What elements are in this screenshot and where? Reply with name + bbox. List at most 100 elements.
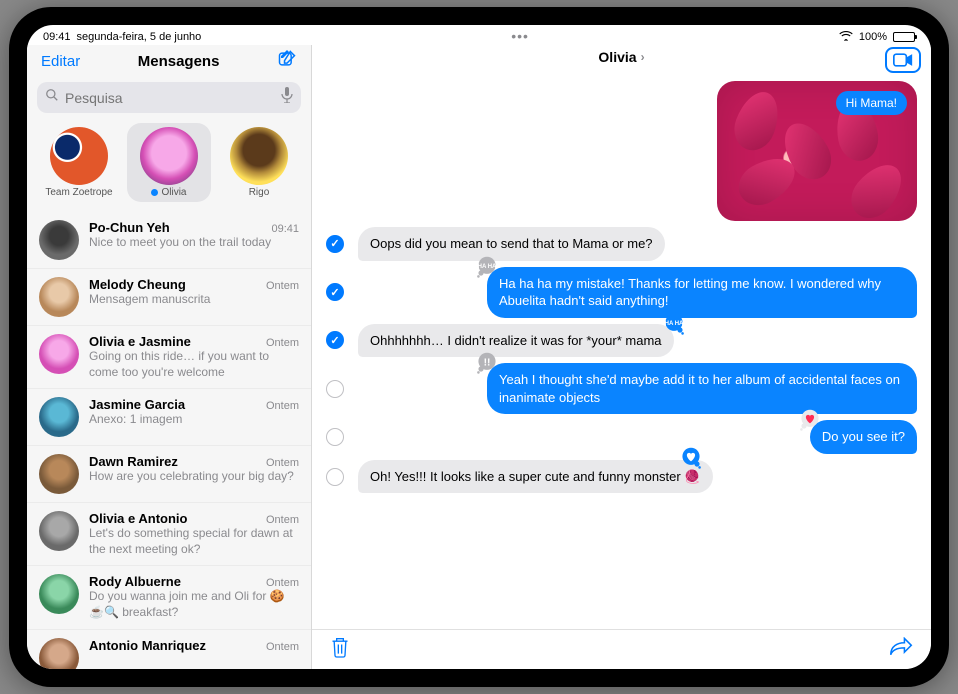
photo-caption: Hi Mama!	[836, 91, 907, 115]
pinned-conversation[interactable]: Rigo	[217, 123, 301, 202]
battery-icon	[893, 32, 915, 42]
message-text: Oh! Yes!!! It looks like a super cute an…	[370, 469, 701, 484]
tapback-icon[interactable]: !!	[475, 351, 499, 375]
svg-text:HA HA: HA HA	[478, 263, 497, 269]
message-row: Hi Mama!	[316, 81, 917, 221]
conversation-name: Olivia e Antonio	[89, 511, 187, 526]
message-bubble[interactable]: Oh! Yes!!! It looks like a super cute an…	[358, 460, 713, 494]
avatar	[140, 127, 198, 185]
message-bubble[interactable]: HA HA Ohhhhhhh… I didn't realize it was …	[358, 324, 674, 358]
avatar	[39, 638, 79, 669]
conversation-name: Po-Chun Yeh	[89, 220, 170, 235]
pinned-label: Olivia	[151, 187, 186, 198]
conversation-item[interactable]: Melody Cheung Ontem Mensagem manuscrita	[27, 269, 311, 326]
avatar	[39, 454, 79, 494]
message-bubble[interactable]: Oops did you mean to send that to Mama o…	[358, 227, 665, 261]
conversation-time: Ontem	[266, 280, 299, 292]
conversation-preview: Anexo: 1 imagem	[89, 412, 299, 428]
conversation-item[interactable]: Jasmine Garcia Ontem Anexo: 1 imagem	[27, 389, 311, 446]
conversation-item[interactable]: Dawn Ramirez Ontem How are you celebrati…	[27, 446, 311, 503]
message-text: Yeah I thought she'd maybe add it to her…	[499, 372, 900, 405]
conversation-preview: Do you wanna join me and Oli for 🍪☕🔍 bre…	[89, 589, 299, 620]
message-select-checkbox[interactable]	[326, 331, 344, 349]
message-row: !! Yeah I thought she'd maybe add it to …	[316, 363, 917, 414]
tapback-icon[interactable]: HA HA	[662, 312, 686, 336]
message-row: HA HA Ha ha ha my mistake! Thanks for le…	[316, 267, 917, 318]
avatar	[39, 574, 79, 614]
message-bubble[interactable]: HA HA Ha ha ha my mistake! Thanks for le…	[487, 267, 917, 318]
conversation-name: Jasmine Garcia	[89, 397, 185, 412]
conversation-list[interactable]: Po-Chun Yeh 09:41 Nice to meet you on th…	[27, 212, 311, 669]
conversation-name: Dawn Ramirez	[89, 454, 178, 469]
facetime-button[interactable]	[885, 47, 921, 73]
message-row: Oh! Yes!!! It looks like a super cute an…	[316, 460, 917, 494]
chat-contact-name[interactable]: Olivia	[598, 49, 636, 65]
conversation-preview: Nice to meet you on the trail today	[89, 235, 299, 251]
pinned-label: Rigo	[249, 187, 270, 198]
chevron-right-icon: ›	[641, 50, 645, 64]
message-bubble[interactable]: Do you see it?	[810, 420, 917, 454]
tapback-icon[interactable]	[679, 446, 703, 470]
conversation-time: Ontem	[266, 514, 299, 526]
conversation-preview: Let's do something special for dawn at t…	[89, 526, 299, 557]
selection-toolbar	[312, 629, 931, 669]
message-select-checkbox[interactable]	[326, 283, 344, 301]
pinned-conversation[interactable]: Olivia	[127, 123, 211, 202]
message-row: HA HA Ohhhhhhh… I didn't realize it was …	[316, 324, 917, 358]
message-row: Do you see it?	[316, 420, 917, 454]
avatar	[230, 127, 288, 185]
message-list[interactable]: Hi Mama! Oops did you mean to send that …	[312, 71, 931, 629]
svg-text:!!: !!	[484, 358, 491, 369]
message-select-checkbox[interactable]	[326, 468, 344, 486]
avatar	[39, 220, 79, 260]
chat-pane: Olivia ›	[312, 45, 931, 669]
chat-header[interactable]: Olivia ›	[312, 45, 931, 71]
compose-button[interactable]	[277, 49, 297, 74]
wifi-icon	[839, 31, 853, 44]
message-bubble[interactable]: !! Yeah I thought she'd maybe add it to …	[487, 363, 917, 414]
conversation-preview: Mensagem manuscrita	[89, 292, 299, 308]
message-select-checkbox[interactable]	[326, 235, 344, 253]
dictate-icon[interactable]	[281, 87, 293, 108]
edit-button[interactable]: Editar	[41, 53, 80, 70]
conversation-item[interactable]: Rody Albuerne Ontem Do you wanna join me…	[27, 566, 311, 629]
conversation-time: Ontem	[266, 457, 299, 469]
avatar	[39, 334, 79, 374]
search-box[interactable]	[37, 82, 301, 113]
conversation-time: 09:41	[271, 223, 299, 235]
message-text: Ha ha ha my mistake! Thanks for letting …	[499, 276, 881, 309]
forward-button[interactable]	[889, 637, 913, 662]
avatar	[39, 277, 79, 317]
search-icon	[45, 88, 59, 107]
search-input[interactable]	[65, 90, 275, 106]
conversation-time: Ontem	[266, 400, 299, 412]
message-text: Do you see it?	[822, 429, 905, 444]
conversation-item[interactable]: Po-Chun Yeh 09:41 Nice to meet you on th…	[27, 212, 311, 269]
svg-text:HA HA: HA HA	[664, 320, 683, 326]
tapback-icon[interactable]	[798, 408, 822, 432]
pinned-row: Team Zoetrope Olivia Rigo	[27, 119, 311, 212]
delete-button[interactable]	[330, 636, 350, 663]
photo-attachment[interactable]: Hi Mama!	[717, 81, 917, 221]
status-date: segunda-feira, 5 de junho	[77, 31, 202, 43]
multitasking-dots[interactable]: •••	[511, 28, 529, 44]
avatar	[39, 397, 79, 437]
pinned-conversation[interactable]: Team Zoetrope	[37, 123, 121, 202]
conversation-item[interactable]: Olivia e Antonio Ontem Let's do somethin…	[27, 503, 311, 566]
conversation-time: Ontem	[266, 337, 299, 349]
conversation-name: Melody Cheung	[89, 277, 186, 292]
message-select-checkbox[interactable]	[326, 380, 344, 398]
avatar	[39, 511, 79, 551]
sidebar-title: Mensagens	[138, 53, 220, 70]
conversation-item[interactable]: Olivia e Jasmine Ontem Going on this rid…	[27, 326, 311, 389]
conversation-name: Rody Albuerne	[89, 574, 181, 589]
conversation-time: Ontem	[266, 641, 299, 653]
unread-dot-icon	[151, 189, 158, 196]
conversation-name: Olivia e Jasmine	[89, 334, 191, 349]
status-time: 09:41	[43, 31, 71, 43]
message-select-checkbox[interactable]	[326, 428, 344, 446]
tapback-icon[interactable]: HA HA	[475, 255, 499, 279]
avatar	[50, 127, 108, 185]
conversation-item[interactable]: Antonio Manriquez Ontem	[27, 630, 311, 669]
conversation-time: Ontem	[266, 577, 299, 589]
